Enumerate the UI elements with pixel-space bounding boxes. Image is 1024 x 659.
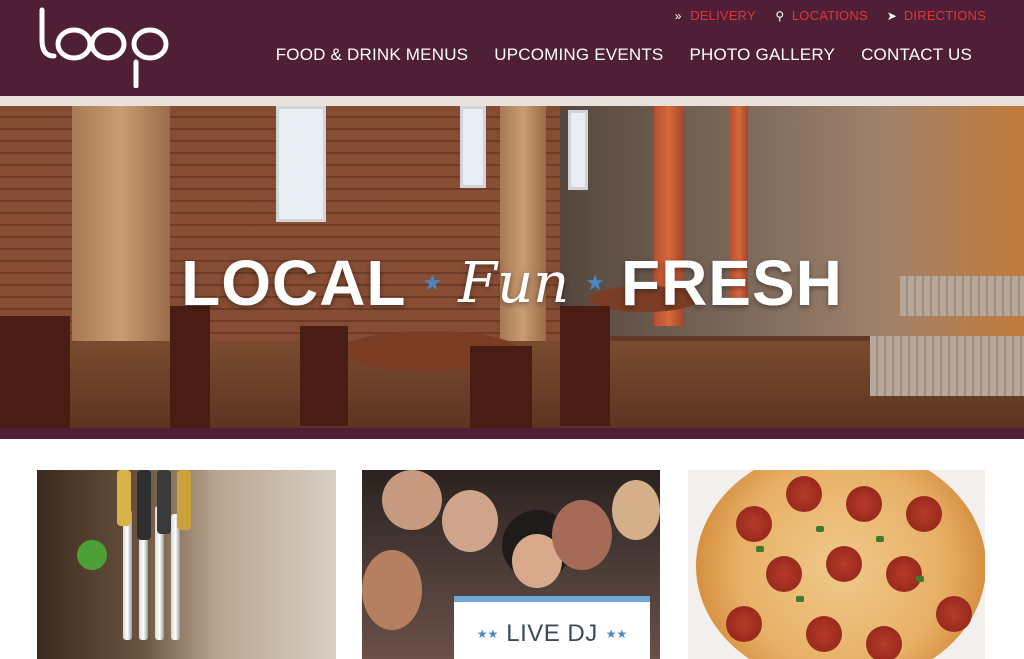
hero-chair: [170, 306, 210, 428]
hero-word-fun: Fun: [458, 250, 570, 316]
tap-faucet: [171, 514, 180, 640]
utility-nav: » DELIVERY ⚲ LOCATIONS ➤ DIRECTIONS: [672, 8, 986, 23]
crowd-face: [382, 470, 442, 530]
tap-handle: [117, 470, 131, 526]
directions-label: DIRECTIONS: [903, 8, 986, 23]
delivery-label: DELIVERY: [690, 8, 756, 23]
hero-booth: [870, 336, 1024, 396]
herb: [916, 576, 924, 582]
nav-photo-gallery[interactable]: PHOTO GALLERY: [689, 45, 835, 65]
bottle: [77, 540, 107, 570]
nav-contact-us[interactable]: CONTACT US: [861, 45, 972, 65]
star-icon: ★★: [605, 627, 628, 641]
live-dj-label: LIVE DJ: [506, 620, 598, 647]
hero-bottom-band: [0, 428, 1024, 439]
hero-banner: LOCAL ★ Fun ★ FRESH: [0, 106, 1024, 428]
double-chevron-right-icon: »: [674, 8, 682, 23]
live-dj-badge: ★★ LIVE DJ ★★: [454, 596, 650, 659]
hero-window: [276, 106, 326, 222]
hero-chair: [560, 306, 610, 426]
hero-chair: [470, 346, 532, 428]
directions-link[interactable]: ➤ DIRECTIONS: [886, 8, 986, 23]
tap-handle: [157, 470, 171, 534]
header-divider: [0, 96, 1024, 106]
herb: [796, 596, 804, 602]
tap-handle: [137, 470, 151, 540]
hero-word-local: LOCAL: [181, 247, 407, 319]
locations-link[interactable]: ⚲ LOCATIONS: [774, 8, 868, 23]
pepperoni: [906, 496, 942, 532]
hero-window: [460, 106, 486, 188]
pepperoni: [866, 626, 902, 659]
nav-upcoming-events[interactable]: UPCOMING EVENTS: [494, 45, 663, 65]
navigation-arrow-icon: ➤: [886, 8, 897, 23]
card-pizza[interactable]: [688, 470, 985, 659]
nav-food-drink-menus[interactable]: FOOD & DRINK MENUS: [276, 45, 469, 65]
hero-tagline: LOCAL ★ Fun ★ FRESH: [0, 246, 1024, 320]
star-icon: ★: [585, 270, 605, 295]
hero-chair: [300, 326, 348, 426]
star-icon: ★★: [476, 627, 499, 641]
hero-chair: [0, 316, 70, 428]
crowd-face: [362, 550, 422, 630]
herb: [876, 536, 884, 542]
pizza-image: [696, 470, 985, 659]
star-icon: ★: [422, 270, 443, 295]
herb: [816, 526, 824, 532]
pepperoni: [806, 616, 842, 652]
pepperoni: [726, 606, 762, 642]
hero-wood-column: [500, 106, 546, 366]
tap-faucet: [123, 510, 132, 640]
pepperoni: [886, 556, 922, 592]
pepperoni: [766, 556, 802, 592]
card-live-dj[interactable]: ★★ LIVE DJ ★★: [362, 470, 660, 659]
crowd-face: [552, 500, 612, 570]
hero-window: [568, 110, 588, 190]
pepperoni: [736, 506, 772, 542]
herb: [756, 546, 764, 552]
card-bar-taps[interactable]: [37, 470, 336, 659]
hero-word-fresh: FRESH: [620, 247, 843, 319]
pepperoni: [936, 596, 972, 632]
pepperoni: [826, 546, 862, 582]
locations-label: LOCATIONS: [791, 8, 868, 23]
delivery-link[interactable]: » DELIVERY: [672, 8, 756, 23]
map-pin-icon: ⚲: [775, 8, 785, 23]
crowd-face: [612, 480, 660, 540]
pepperoni: [786, 476, 822, 512]
pepperoni: [846, 486, 882, 522]
main-nav: FOOD & DRINK MENUS UPCOMING EVENTS PHOTO…: [276, 45, 972, 65]
loop-logo[interactable]: [36, 6, 170, 88]
site-header: » DELIVERY ⚲ LOCATIONS ➤ DIRECTIONS FOOD…: [0, 0, 1024, 96]
tap-handle: [177, 470, 191, 530]
crowd-face: [442, 490, 498, 552]
